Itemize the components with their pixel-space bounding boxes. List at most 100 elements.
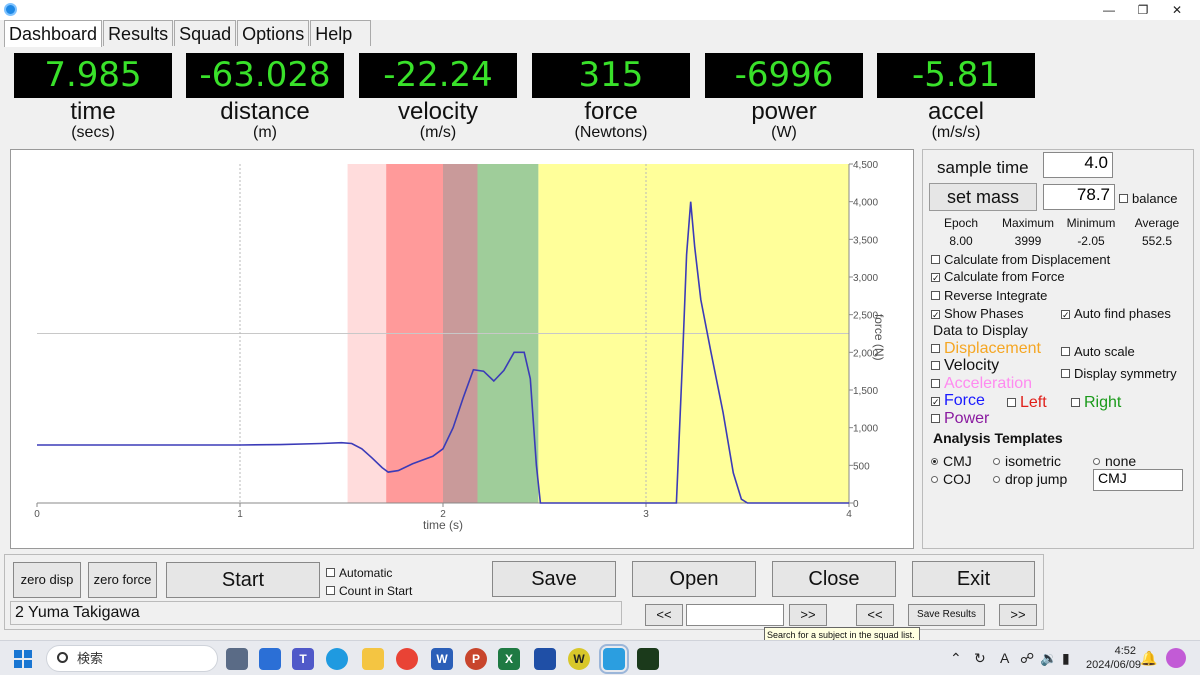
metric-force-unit: (Newtons) [574,124,648,141]
tab-squad[interactable]: Squad [174,20,237,46]
coj-radio[interactable]: COJ [931,471,971,487]
next-result-button[interactable]: >> [999,604,1037,626]
chrome-icon[interactable] [396,648,418,670]
count-in-start-checkbox[interactable]: Count in Start [326,583,412,599]
auto-find-phases-label: Auto find phases [1074,306,1171,321]
zero-disp-button[interactable]: zero disp [13,562,81,598]
right-checkbox[interactable]: Right [1071,395,1121,411]
force-checkbox[interactable]: ✓ Force [931,393,985,409]
edge-icon[interactable] [326,648,348,670]
y-tick-label-3: 1,500 [853,386,878,397]
save-button[interactable]: Save [492,561,616,597]
metric-force-value: 315 [532,53,690,98]
exit-button[interactable]: Exit [912,561,1035,597]
velocity-checkbox[interactable]: Velocity [931,358,999,374]
metric-power-unit: (W) [771,124,797,141]
tray-chevron-icon[interactable]: ⌃ [950,641,962,675]
task-view-icon[interactable] [226,648,248,670]
none-radio[interactable]: none [1093,453,1136,469]
close-button[interactable]: Close [772,561,896,597]
isometric-radio[interactable]: isometric [993,453,1061,469]
app-logo-icon [4,3,17,16]
file-explorer-icon[interactable] [362,648,384,670]
tab-options[interactable]: Options [237,20,310,46]
stats-epoch-value: 8.00 [949,234,973,248]
taskbar-clock[interactable]: 4:52 2024/06/09 [1086,644,1141,672]
balance-checkbox[interactable]: balance [1119,191,1178,207]
ime-indicator[interactable]: A [1000,641,1009,675]
teams-icon[interactable]: T [292,648,314,670]
subject-search-input[interactable] [686,604,784,626]
subject-name: 2 Yuma Takigawa [10,601,622,625]
auto-find-phases-checkbox[interactable]: ✓ Auto find phases [1061,306,1171,322]
next-subject-button[interactable]: >> [789,604,827,626]
metric-power-value: -6996 [705,53,863,98]
auto-scale-checkbox[interactable]: Auto scale [1061,344,1135,360]
reverse-integrate-checkbox[interactable]: Reverse Integrate [931,288,1047,304]
battery-icon[interactable]: ▮ [1062,641,1070,675]
metric-accel-value: -5.81 [877,53,1035,98]
notification-icon[interactable]: 🔔 [1140,641,1157,675]
calc-force-checkbox[interactable]: ✓ Calculate from Force [931,269,1065,285]
cmj-radio[interactable]: CMJ [931,453,972,469]
sample-time-input[interactable]: 4.0 [1043,152,1113,178]
left-label: Left [1020,394,1047,411]
metric-time-name: time [70,98,116,125]
minimize-icon[interactable]: — [1092,0,1126,20]
app-window: — ❐ ✕ Dashboard Results Squad Options He… [0,0,1200,675]
metric-velocity: -22.24 velocity (m/s) [359,53,517,143]
volume-icon[interactable]: 🔉 [1040,641,1057,675]
stats-header-minimum: Minimum [1066,216,1116,230]
network-icon[interactable]: ☍ [1020,641,1034,675]
widgets-icon[interactable] [259,648,281,670]
jump-app-icon[interactable] [599,644,629,674]
power-checkbox[interactable]: Power [931,411,989,427]
drop-jump-radio[interactable]: drop jump [993,471,1067,487]
power-label: Power [944,410,990,427]
metric-power-name: power [751,98,817,125]
windows-start-icon[interactable] [14,650,32,668]
set-mass-button[interactable]: set mass [929,183,1037,211]
prev-subject-button[interactable]: << [645,604,683,626]
y-tick-label-1: 500 [853,461,870,472]
excel-icon[interactable]: X [498,648,520,670]
displacement-label: Displacement [944,340,1041,357]
metric-accel: -5.81 accel (m/s/s) [877,53,1035,143]
open-button[interactable]: Open [632,561,756,597]
display-symmetry-checkbox[interactable]: Display symmetry [1061,366,1177,382]
metric-distance-name: distance [220,98,310,125]
count-in-start-label: Count in Start [339,584,413,598]
maximize-icon[interactable]: ❐ [1126,0,1160,20]
start-button[interactable]: Start [166,562,320,598]
show-phases-checkbox[interactable]: ✓ Show Phases [931,306,1024,322]
tray-sync-icon[interactable]: ↻ [974,641,986,675]
tab-results[interactable]: Results [103,20,174,46]
word-icon[interactable]: W [431,648,453,670]
automatic-checkbox[interactable]: Automatic [326,565,392,581]
zero-force-button[interactable]: zero force [88,562,157,598]
taskbar-search[interactable]: 検索 [46,645,218,672]
y-tick-label-0: 0 [853,499,859,510]
monitor-app-icon[interactable] [637,648,659,670]
prev-result-button[interactable]: << [856,604,894,626]
copilot-icon[interactable] [1166,648,1186,668]
tab-dashboard[interactable]: Dashboard [4,20,103,47]
force-chart[interactable]: 0 1 2 3 4 0 500 1,000 1,500 2,000 2,500 3,000 3,500 4… [10,149,914,549]
app-shortcut-icon[interactable] [534,648,556,670]
mass-input[interactable]: 78.7 [1043,184,1115,210]
data-to-display-heading: Data to Display [933,322,1028,338]
displacement-checkbox[interactable]: Displacement [931,341,1041,357]
stats-header-maximum: Maximum [1001,216,1054,230]
tab-help[interactable]: Help [310,20,372,46]
metric-power: -6996 power (W) [705,53,863,143]
template-input[interactable]: CMJ [1093,469,1183,491]
save-results-button[interactable]: Save Results [908,604,985,626]
force-chart-svg: 0 1 2 3 405001,0001,5002,0002,5003,0003,5004… [34,160,886,532]
app-w-icon[interactable]: W [568,648,590,670]
powerpoint-icon[interactable]: P [465,648,487,670]
y-tick-label-9: 4,500 [853,160,878,171]
acceleration-checkbox[interactable]: Acceleration [931,376,1032,392]
close-window-icon[interactable]: ✕ [1160,0,1194,20]
left-checkbox[interactable]: Left [1007,395,1047,411]
calc-displacement-checkbox[interactable]: Calculate from Displacement [931,252,1110,268]
